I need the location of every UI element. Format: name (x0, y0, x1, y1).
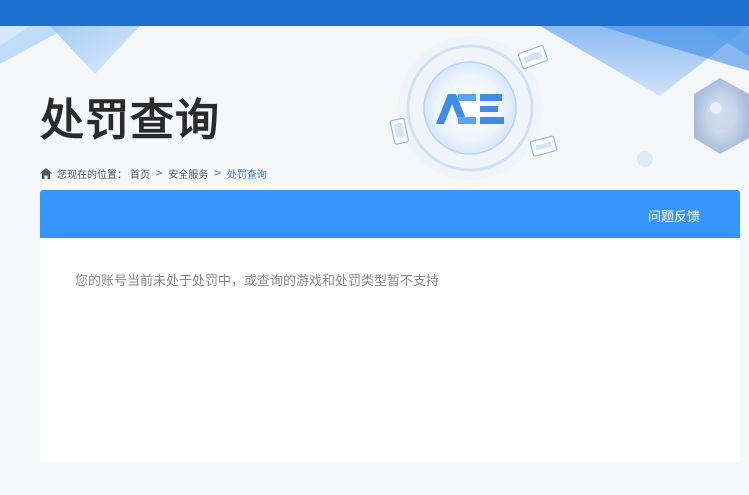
panel-header: 问题反馈 (40, 190, 740, 238)
breadcrumb-separator: > (155, 168, 164, 179)
page-title: 处罚查询 (40, 95, 220, 146)
result-message: 您的账号当前未处于处罚中，或查询的游戏和处罚类型暂不支持 (75, 274, 440, 289)
game-card-icon (517, 45, 548, 70)
breadcrumb-current: 处罚查询 (226, 170, 267, 181)
breadcrumb-home-link[interactable]: 首页 (130, 166, 150, 181)
top-nav-bar (0, 0, 749, 26)
feedback-link[interactable]: 问题反馈 (648, 206, 700, 225)
breadcrumb-separator: > (213, 168, 222, 179)
breadcrumb-security-link[interactable]: 安全服务 (168, 166, 208, 181)
breadcrumb-prefix: 您现在的位置： (57, 170, 127, 181)
result-panel: 问题反馈 您的账号当前未处于处罚中，或查询的游戏和处罚类型暂不支持 (40, 190, 740, 462)
breadcrumb: 您现在的位置： 首页 > 安全服务 > 处罚查询 (40, 166, 267, 181)
home-icon (40, 168, 52, 179)
